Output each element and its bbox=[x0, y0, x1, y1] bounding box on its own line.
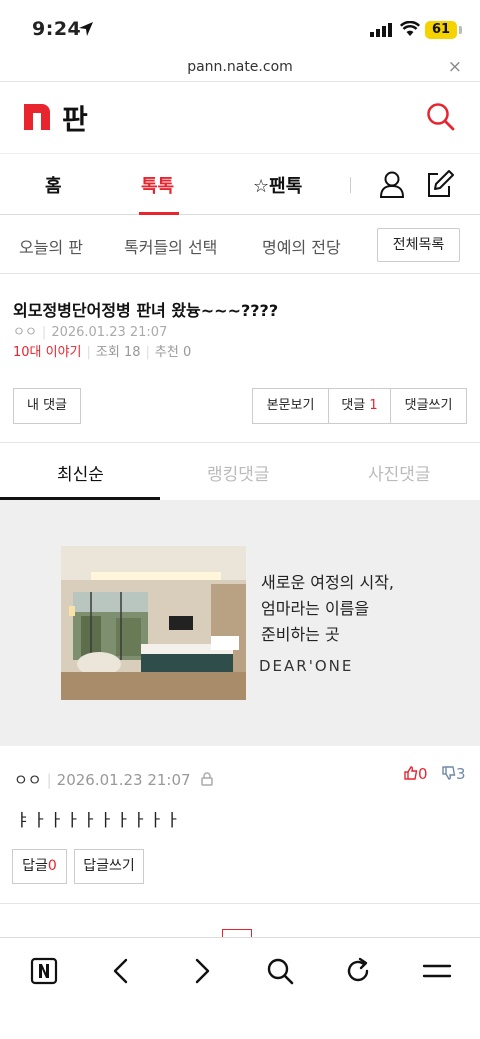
section-divider bbox=[0, 442, 480, 443]
subnav-hall-of-fame[interactable]: 명예의 전당 bbox=[262, 234, 341, 258]
search-icon[interactable] bbox=[265, 956, 295, 986]
browser-toolbar bbox=[0, 937, 480, 1039]
comment-dislike-button[interactable]: 3 bbox=[442, 765, 466, 783]
all-list-button[interactable]: 전체목록 bbox=[377, 228, 460, 262]
tab-ranking[interactable]: 랭킹댓글 bbox=[207, 460, 270, 485]
comment-meta: ㅇㅇ | 2026.01.23 21:07 bbox=[14, 769, 214, 790]
tab-latest[interactable]: 최신순 bbox=[57, 460, 104, 485]
post-datetime: 2026.01.23 21:07 bbox=[51, 325, 168, 340]
sub-nav: 오늘의 판 톡커들의 선택 명예의 전당 전체목록 bbox=[0, 216, 480, 274]
nav-divider bbox=[350, 177, 351, 193]
like-count: 0 bbox=[418, 765, 428, 783]
cellular-signal-icon bbox=[370, 23, 392, 37]
write-icon[interactable] bbox=[425, 169, 455, 199]
post-meta-stats: 10대 이야기 | 조회 18 | 추천 0 bbox=[13, 341, 191, 360]
subnav-today[interactable]: 오늘의 판 bbox=[19, 234, 83, 258]
nav-fantok[interactable]: ☆팬톡 bbox=[253, 172, 302, 198]
meta-separator: | bbox=[86, 345, 91, 360]
post-title: 외모정병단어정병 판녀 왔늉~~~???? bbox=[13, 301, 279, 320]
ad-bedroom-image[interactable] bbox=[61, 546, 246, 700]
reply-count: 0 bbox=[47, 858, 57, 874]
wifi-icon bbox=[400, 21, 420, 36]
menu-icon[interactable] bbox=[422, 956, 452, 986]
nate-logo-icon[interactable] bbox=[24, 104, 50, 130]
comment-body: ㅑㅏㅏㅏㅏㅏㅏㅏㅏㅏ bbox=[15, 811, 182, 831]
comments-button[interactable]: 댓글 1 bbox=[328, 388, 391, 424]
post-category[interactable]: 10대 이야기 bbox=[13, 345, 82, 360]
site-logo-text[interactable]: 판 bbox=[62, 98, 88, 138]
back-icon[interactable] bbox=[107, 956, 137, 986]
meta-separator: | bbox=[145, 345, 150, 360]
nav-toktok[interactable]: 톡톡 bbox=[141, 172, 174, 198]
write-reply-button[interactable]: 답글쓰기 bbox=[74, 849, 144, 884]
ad-copy[interactable]: 새로운 여정의 시작, 엄마라는 이름을 준비하는 곳 bbox=[261, 570, 394, 648]
user-icon[interactable] bbox=[377, 169, 407, 199]
ad-copy-line3: 준비하는 곳 bbox=[261, 625, 340, 644]
ad-copy-line1: 새로운 여정의 시작, bbox=[261, 573, 395, 592]
nate-home-icon[interactable] bbox=[29, 956, 59, 986]
subnav-talkers-choice[interactable]: 톡커들의 선택 bbox=[124, 234, 217, 258]
meta-separator: | bbox=[46, 771, 52, 789]
battery-tip bbox=[459, 26, 462, 34]
search-icon[interactable] bbox=[424, 100, 456, 132]
url-text[interactable]: pann.nate.com bbox=[0, 59, 480, 75]
post-author: ㅇㅇ bbox=[13, 325, 37, 340]
views-count: 18 bbox=[123, 345, 141, 360]
view-body-button[interactable]: 본문보기 bbox=[252, 388, 329, 424]
next-section-peek bbox=[222, 929, 252, 937]
nav-home[interactable]: 홈 bbox=[45, 172, 62, 198]
browser-url-bar[interactable]: pann.nate.com × bbox=[0, 56, 480, 82]
write-comment-button[interactable]: 댓글쓰기 bbox=[390, 388, 467, 424]
post-meta-author: ㅇㅇ | 2026.01.23 21:07 bbox=[13, 321, 167, 340]
thumbs-up-icon bbox=[404, 766, 418, 780]
comment-like-button[interactable]: 0 bbox=[404, 765, 428, 783]
ad-banner[interactable]: 새로운 여정의 시작, 엄마라는 이름을 준비하는 곳 DEAR'ONE bbox=[0, 500, 480, 746]
views-label: 조회 bbox=[95, 345, 120, 360]
site-header: 판 bbox=[0, 82, 480, 154]
ad-brand[interactable]: DEAR'ONE bbox=[259, 657, 353, 675]
close-tab-button[interactable]: × bbox=[448, 57, 462, 77]
dislike-count: 3 bbox=[456, 765, 466, 783]
main-nav: 홈 톡톡 ☆팬톡 bbox=[0, 155, 480, 215]
reply-label: 답글 bbox=[22, 858, 48, 874]
recommend-label: 추천 bbox=[154, 345, 179, 360]
comment-datetime: 2026.01.23 21:07 bbox=[56, 771, 191, 789]
reply-button[interactable]: 답글0 bbox=[12, 849, 67, 884]
lock-icon[interactable] bbox=[200, 772, 214, 786]
tab-photo[interactable]: 사진댓글 bbox=[368, 460, 431, 485]
nav-active-indicator bbox=[139, 212, 179, 215]
status-time: 9:24 bbox=[32, 18, 82, 40]
comment-author: ㅇㅇ bbox=[14, 771, 42, 789]
refresh-icon[interactable] bbox=[343, 956, 373, 986]
battery-level: 61 bbox=[425, 21, 457, 39]
my-comments-button[interactable]: 내 댓글 bbox=[13, 388, 81, 424]
section-divider bbox=[0, 903, 480, 904]
recommend-count: 0 bbox=[182, 345, 192, 360]
comments-count: 1 bbox=[369, 398, 378, 413]
thumbs-down-icon bbox=[442, 766, 456, 780]
forward-icon[interactable] bbox=[186, 956, 216, 986]
ad-copy-line2: 엄마라는 이름을 bbox=[261, 599, 370, 618]
comments-label: 댓글 bbox=[341, 398, 366, 413]
meta-separator: | bbox=[41, 325, 47, 340]
location-arrow-icon bbox=[79, 22, 93, 36]
status-bar: 9:24 61 bbox=[0, 0, 480, 56]
